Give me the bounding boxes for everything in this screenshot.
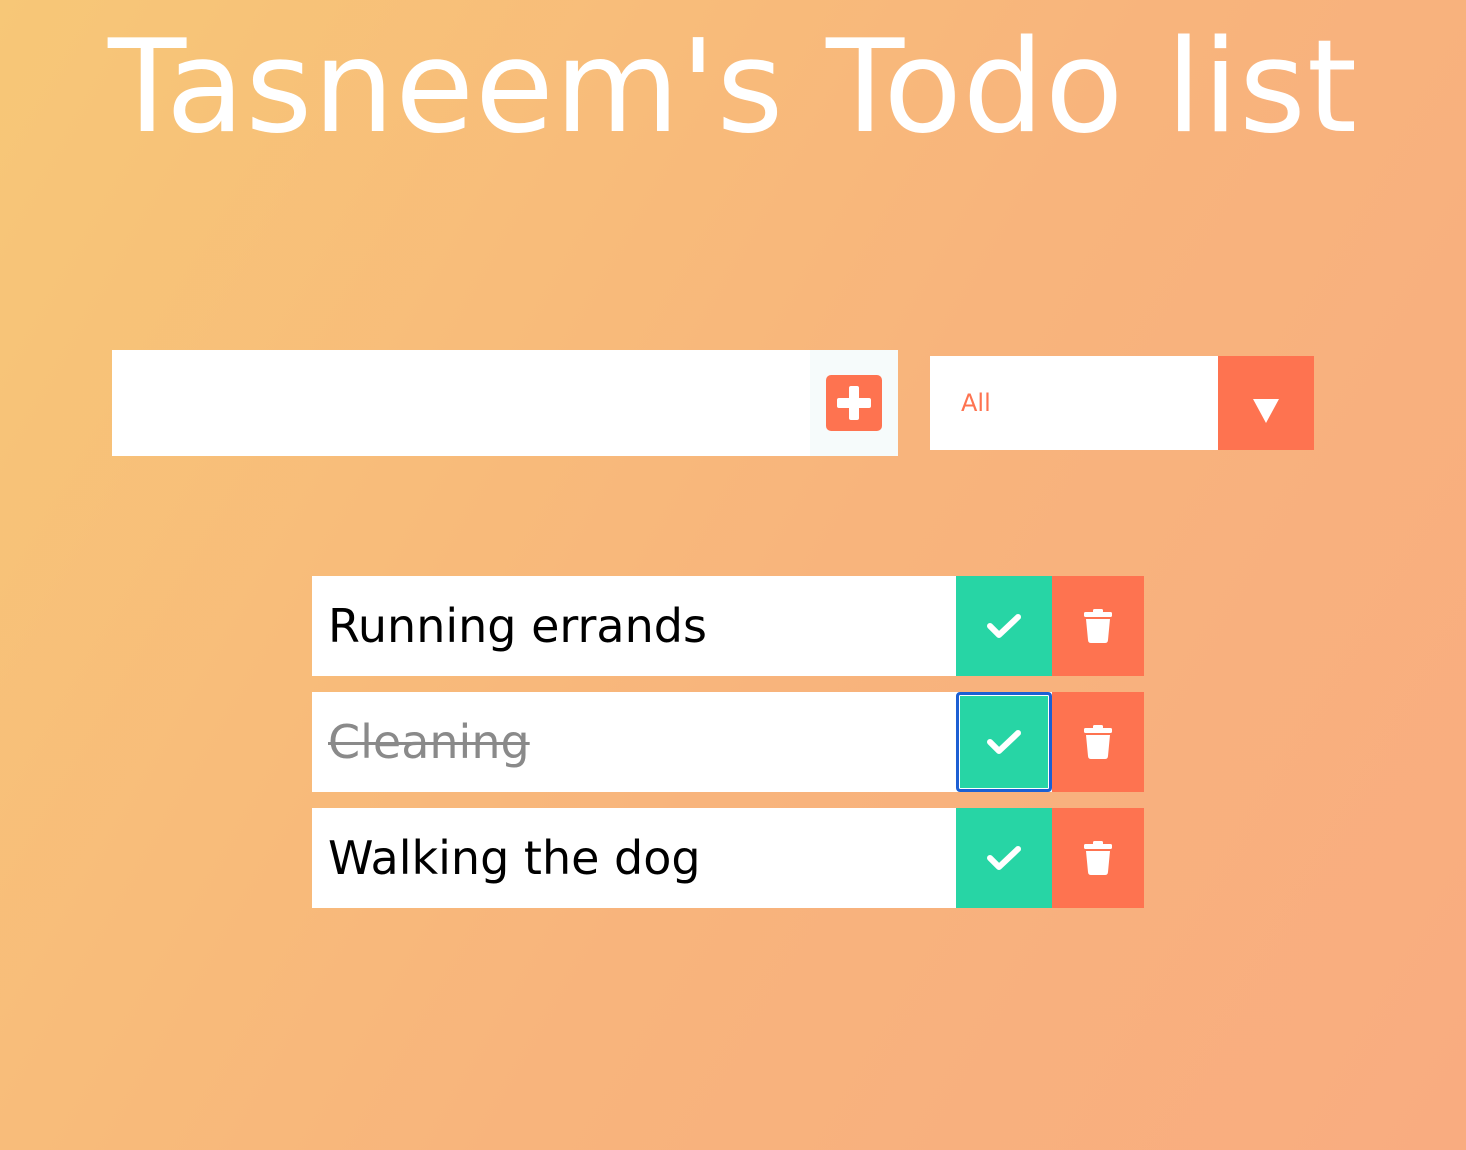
delete-button[interactable] [1052, 692, 1144, 792]
complete-button[interactable] [956, 576, 1052, 676]
check-icon [987, 614, 1021, 638]
add-todo-form [112, 350, 898, 456]
delete-button[interactable] [1052, 808, 1144, 908]
todo-item: Running errands [312, 576, 1144, 676]
trash-icon [1084, 725, 1112, 759]
page-title: Tasneem's Todo list [108, 13, 1358, 162]
todo-item: Walking the dog [312, 808, 1144, 908]
complete-button[interactable] [956, 808, 1052, 908]
plus-square-icon [826, 375, 882, 431]
filter-select[interactable]: All [930, 356, 1314, 450]
todo-item: Cleaning [312, 692, 1144, 792]
caret-down-icon [1253, 399, 1279, 423]
todo-list: Running errands Cleaning Walking the dog [312, 576, 1144, 924]
todo-input[interactable] [112, 350, 810, 456]
filter-selected-value: All [961, 389, 991, 417]
trash-icon [1084, 609, 1112, 643]
check-icon [987, 730, 1021, 754]
todo-text: Cleaning [328, 715, 530, 769]
todo-text: Running errands [328, 599, 707, 653]
filter-dropdown-button[interactable] [1218, 356, 1314, 450]
check-icon [987, 846, 1021, 870]
add-todo-button[interactable] [810, 350, 898, 456]
complete-button[interactable] [956, 692, 1052, 792]
delete-button[interactable] [1052, 576, 1144, 676]
todo-text: Walking the dog [328, 831, 701, 885]
trash-icon [1084, 841, 1112, 875]
